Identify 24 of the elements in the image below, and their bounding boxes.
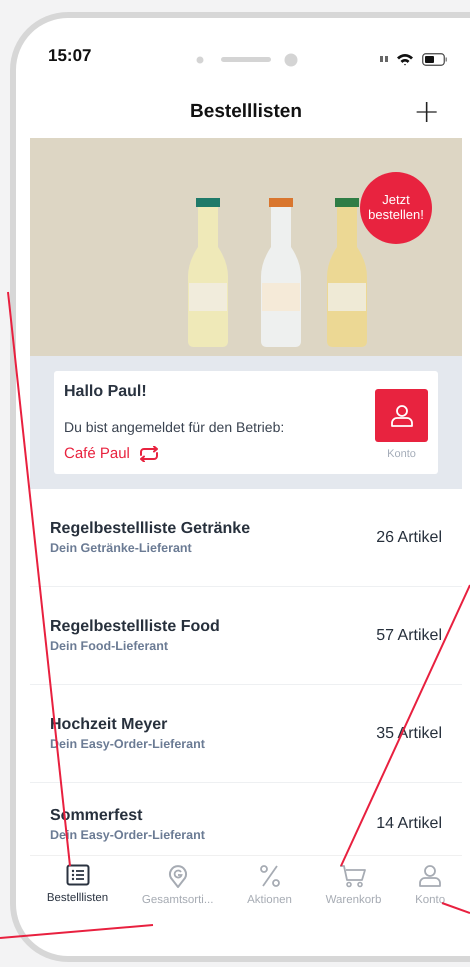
wifi-icon xyxy=(396,52,414,66)
list-name: Regelbestellliste Getränke xyxy=(50,520,252,538)
order-now-badge[interactable]: Jetzt bestellen! xyxy=(360,172,432,244)
signal-icon xyxy=(380,56,388,62)
item-count: 14 Artikel xyxy=(376,815,442,833)
order-list-item[interactable]: Regelbestellliste Food Dein Food-Lieferant 57 Artikel xyxy=(30,587,462,685)
list-name: Regelbestellliste Food xyxy=(50,618,221,636)
login-info-text: Du bist angemeldet für den Betrieb: xyxy=(64,419,286,435)
item-count: 57 Artikel xyxy=(376,626,442,644)
tab-bar-item[interactable]: Bestelllisten xyxy=(44,864,110,906)
order-list-item[interactable]: Regelbestellliste Getränke Dein Getränke-Lieferant 26 Artikel xyxy=(30,489,462,587)
business-name[interactable]: Café Paul xyxy=(64,445,130,462)
account-button[interactable] xyxy=(375,389,428,442)
supplier-name: Dein Getränke-Lieferant xyxy=(50,541,193,555)
switch-arrows-icon[interactable] xyxy=(138,446,160,462)
page-title: Bestelllisten xyxy=(190,101,302,123)
battery-icon xyxy=(422,52,448,66)
item-count: 26 Artikel xyxy=(376,528,442,546)
supplier-name: Dein Food-Lieferant xyxy=(50,639,170,653)
greeting-title: Hallo Paul! xyxy=(64,383,148,401)
add-button[interactable]: + xyxy=(409,94,444,128)
person-icon xyxy=(390,404,414,428)
status-time: 15:07 xyxy=(48,46,92,66)
account-label: Konto xyxy=(387,448,416,460)
